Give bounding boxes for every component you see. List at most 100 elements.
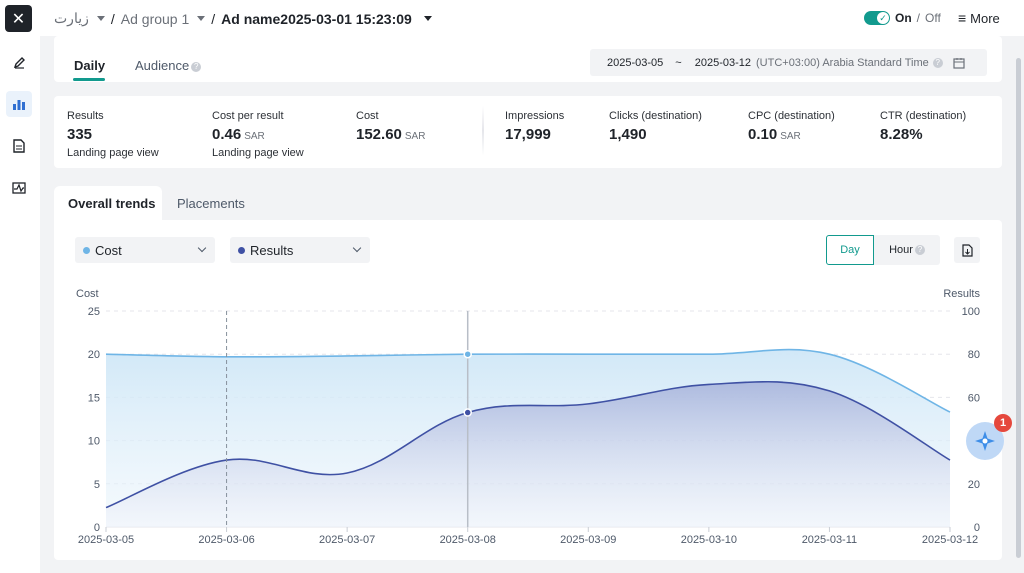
more-button[interactable]: ≡ More: [958, 10, 1000, 26]
x-tick-label: 2025-03-05: [78, 534, 134, 546]
chevron-down-icon: [352, 243, 362, 253]
metric2-value: Results: [250, 242, 294, 258]
metric-label: Cost: [356, 110, 379, 122]
metric-number: 152.60: [356, 126, 402, 143]
metric-label: Impressions: [505, 110, 565, 122]
tab-audience[interactable]: Audience?: [135, 58, 202, 73]
cost-hover-point: [463, 349, 472, 359]
tab-overall-trends[interactable]: Overall trends: [54, 186, 162, 222]
sidebar-item-activity[interactable]: [6, 175, 32, 201]
breadcrumb-ad-group[interactable]: Ad group 1: [121, 11, 190, 27]
metric-label: Results: [67, 110, 104, 122]
x-tick-label: 2025-03-12: [922, 534, 978, 546]
metrics-divider: [482, 106, 484, 156]
date-range-picker[interactable]: 2025-03-05 ~ 2025-03-12 (UTC+03:00) Arab…: [590, 49, 987, 76]
metric-value: 335: [67, 126, 159, 143]
metric-label: CPC (destination): [748, 110, 835, 122]
y-left-tick-label: 10: [88, 436, 100, 448]
date-tilde: ~: [675, 56, 682, 69]
calendar-icon: [953, 57, 965, 69]
metric-number: 0.10: [748, 126, 778, 143]
metric-value: 152.60 SAR: [356, 126, 425, 143]
sidebar-item-reports[interactable]: [6, 91, 32, 117]
tab-placements[interactable]: Placements: [177, 196, 245, 211]
download-icon: [961, 243, 973, 257]
metric2-select[interactable]: Results: [230, 237, 370, 263]
tab-overall-trends-label: Overall trends: [68, 196, 156, 211]
edit-icon: [13, 56, 25, 69]
metric-value: 0.46 SAR: [212, 126, 304, 143]
y-left-tick-label: 0: [94, 522, 100, 534]
metrics-card: Results 335 Landing page view Cost per r…: [54, 96, 1002, 168]
tab-daily[interactable]: Daily: [74, 58, 105, 73]
x-tick-label: 2025-03-06: [198, 534, 254, 546]
granularity-day-button[interactable]: Day: [826, 235, 874, 265]
y-right-tick-label: 60: [968, 392, 980, 404]
metric-unit: SAR: [244, 131, 265, 142]
metric-impressions: Impressions 17,999: [505, 110, 564, 143]
metric-number: 17,999: [505, 126, 551, 143]
metric-sub: Landing page view: [67, 147, 159, 159]
x-tick-label: 2025-03-09: [560, 534, 616, 546]
metric-cpc: CPC (destination) 0.10 SAR: [748, 110, 835, 143]
results-legend-dot: [238, 246, 245, 254]
scrollbar[interactable]: [1016, 58, 1021, 558]
top-bar: ✕ زيارت / Ad group 1 / Ad name2025-03-01…: [0, 0, 1024, 36]
metric1-value: Cost: [95, 242, 122, 258]
y-right-axis-label: Results: [943, 288, 980, 300]
metric-label: CTR (destination): [880, 110, 967, 122]
y-right-tick-label: 20: [968, 479, 980, 491]
metric-value: 0.10 SAR: [748, 126, 835, 143]
close-button[interactable]: ✕: [5, 5, 32, 32]
y-right-tick-label: 100: [962, 306, 980, 318]
status-toggle[interactable]: ✓ On / Off: [864, 11, 941, 25]
metric-value: 17,999: [505, 126, 564, 143]
breadcrumb-separator: /: [110, 10, 115, 27]
toggle-separator: /: [916, 11, 921, 25]
x-tick-label: 2025-03-10: [681, 534, 737, 546]
metric-label: Cost per result: [212, 110, 284, 122]
chart-areas: [106, 349, 950, 527]
breadcrumb-separator: /: [211, 10, 216, 27]
metric-number: 335: [67, 126, 93, 143]
x-tick-label: 2025-03-07: [319, 534, 375, 546]
sparkle-icon: [975, 431, 995, 451]
sidebar: [0, 36, 40, 573]
x-tick-label: 2025-03-11: [802, 534, 857, 546]
chevron-down-icon[interactable]: [197, 16, 206, 21]
x-tick-label: 2025-03-08: [440, 534, 496, 546]
metric-cost-per-result: Cost per result 0.46 SAR Landing page vie…: [212, 110, 304, 159]
y-left-axis-label: Cost: [76, 288, 99, 300]
close-icon: ✕: [11, 10, 26, 28]
metric-value: 8.28%: [880, 126, 966, 143]
chevron-down-icon: [197, 243, 207, 253]
help-icon: ?: [191, 62, 202, 72]
metric-number: 1,490: [609, 126, 647, 143]
granularity-hour-button[interactable]: Hour?: [874, 235, 940, 265]
notification-badge: 1: [994, 414, 1012, 432]
y-left-tick-label: 20: [88, 349, 100, 361]
chevron-down-icon[interactable]: [96, 16, 105, 21]
metric-sub: Landing page view: [212, 147, 304, 159]
breadcrumb-ad-name[interactable]: Ad name2025-03-01 15:23:09: [221, 11, 412, 27]
cost-legend-dot: [83, 246, 90, 254]
metric-value: 1,490: [609, 126, 702, 143]
chevron-down-icon[interactable]: [423, 16, 432, 21]
check-icon: ✓: [877, 12, 889, 24]
breadcrumb: زيارت / Ad group 1 / Ad name2025-03-01 1…: [54, 10, 432, 27]
export-button[interactable]: [954, 237, 980, 263]
breadcrumb-campaign[interactable]: زيارت: [54, 10, 89, 27]
document-icon: [13, 139, 25, 153]
sidebar-item-document[interactable]: [6, 133, 32, 159]
metric-cost: Cost 152.60 SAR: [356, 110, 425, 143]
metric-label: Clicks (destination): [609, 110, 702, 122]
menu-icon: ≡: [958, 10, 967, 26]
sidebar-item-edit[interactable]: [6, 49, 32, 75]
start-date: 2025-03-05: [607, 56, 664, 69]
help-icon: ?: [932, 57, 943, 68]
trend-chart[interactable]: 0052010401560208025100CostResults2025-03…: [54, 280, 1002, 555]
tab-audience-label: Audience: [135, 58, 190, 73]
bar-chart-icon: [13, 100, 25, 110]
metric1-select[interactable]: Cost: [75, 237, 215, 263]
toggle-switch[interactable]: ✓: [864, 11, 890, 25]
